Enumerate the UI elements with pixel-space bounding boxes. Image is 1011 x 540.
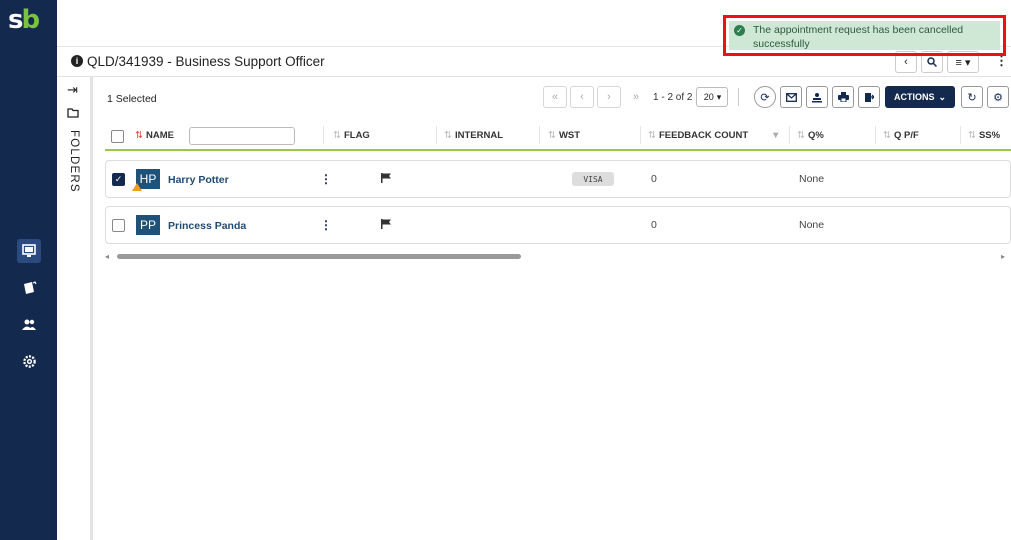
column-header-internal[interactable]: ⇅ INTERNAL [444,130,503,141]
column-header-flag[interactable]: ⇅ FLAG [333,130,370,141]
column-header-wst[interactable]: ⇅ WST [548,130,580,141]
wst-badge: VISA [572,172,614,186]
success-toast: ✓ The appointment request has been cance… [723,15,1006,56]
name-filter-input[interactable] [189,127,295,145]
email-icon[interactable] [780,86,802,108]
main-nav-rail: sb [0,0,57,540]
column-header-name[interactable]: ⇅ NAME [135,130,174,141]
pagination-text: 1 - 2 of 2 [653,91,693,103]
sort-icon[interactable]: ⇅ [135,130,143,141]
prev-page-icon[interactable]: ‹ [570,86,594,108]
selection-count: 1 Selected [107,93,157,105]
row-checkbox[interactable] [112,219,125,232]
row-menu-icon[interactable]: ⋮ [320,218,332,232]
monitor-icon[interactable] [17,239,41,263]
sort-icon[interactable]: ⇅ [548,130,556,141]
horizontal-scrollbar[interactable]: ◂ ▸ [105,252,1011,261]
last-page-icon[interactable]: » [624,86,648,108]
column-divider [539,126,540,144]
sort-icon[interactable]: ⇅ [333,130,341,141]
flag-icon[interactable] [381,219,392,232]
folder-icon[interactable] [67,108,79,121]
check-circle-icon: ✓ [734,25,745,36]
scroll-left-icon[interactable]: ◂ [105,252,109,261]
column-divider [960,126,961,144]
candidate-name-link[interactable]: Princess Panda [168,220,246,232]
toast-body: ✓ The appointment request has been cance… [729,21,1000,50]
sort-icon[interactable]: ⇅ [444,130,452,141]
table-row[interactable]: PP Princess Panda ⋮ 0 None [105,206,1011,244]
expand-panel-icon[interactable]: ⇥ [67,82,78,98]
column-divider [875,126,876,144]
settings-gear-icon[interactable] [17,349,41,373]
pagination: « ‹ › » 1 - 2 of 2 20 ▾ [543,86,740,108]
users-icon[interactable] [17,313,41,337]
toast-message: The appointment request has been cancell… [753,24,964,50]
column-header-q-pf[interactable]: ⇅ Q P/F [883,130,919,141]
app-logo[interactable]: sb [8,6,50,36]
sort-icon[interactable]: ⇅ [797,130,805,141]
flag-icon[interactable] [381,173,392,186]
sort-icon[interactable]: ⇅ [648,130,656,141]
first-page-icon[interactable]: « [543,86,567,108]
info-icon[interactable]: i [71,55,83,67]
feedback-count-cell: 0 [651,219,657,231]
column-header-ss-pct[interactable]: ⇅ SS% [968,130,1000,141]
q-pct-cell: None [799,173,825,185]
sort-icon[interactable]: ⇅ [883,130,891,141]
column-divider [436,126,437,144]
print-icon[interactable] [832,86,854,108]
list-toolbar: 1 Selected « ‹ › » 1 - 2 of 2 20 ▾ ⟳ ACTI… [93,76,1011,116]
row-checkbox[interactable]: ✓ [112,173,125,186]
export-icon[interactable] [858,86,880,108]
reload-icon[interactable]: ↻ [961,86,983,108]
scrollbar-thumb[interactable] [117,254,521,259]
actions-button[interactable]: ACTIONS ⌄ [885,86,955,108]
refresh-person-icon[interactable]: ⟳ [754,86,776,108]
cards-icon[interactable] [17,276,41,300]
toolbar-divider [738,88,740,106]
warning-triangle-icon [132,183,142,191]
column-divider [640,126,641,144]
user-download-icon[interactable] [806,86,828,108]
row-menu-icon[interactable]: ⋮ [320,172,332,186]
table-header: ⇅ NAME ⇅ FLAG ⇅ INTERNAL ⇅ WST ⇅ FEEDBACK COU… [105,123,1011,151]
column-divider [323,126,324,144]
main-content: 1 Selected « ‹ › » 1 - 2 of 2 20 ▾ ⟳ ACTI… [93,76,1011,540]
feedback-count-cell: 0 [651,173,657,185]
scroll-right-icon[interactable]: ▸ [1001,252,1005,261]
table-row[interactable]: ✓ HP Harry Potter ⋮ VISA 0 None [105,160,1011,198]
sort-icon[interactable]: ⇅ [968,130,976,141]
folders-panel: ⇥ FOLDERS [57,76,93,540]
folders-label[interactable]: FOLDERS [68,130,80,193]
avatar: PP [136,215,160,235]
page-title: QLD/341939 - Business Support Officer [87,53,325,69]
next-page-icon[interactable]: › [597,86,621,108]
select-all-checkbox[interactable] [111,130,124,143]
column-header-q-pct[interactable]: ⇅ Q% [797,130,824,141]
column-divider [789,126,790,144]
avatar: HP [132,169,160,191]
candidate-name-link[interactable]: Harry Potter [168,174,229,186]
column-header-feedback-count[interactable]: ⇅ FEEDBACK COUNT [648,130,748,141]
filter-icon[interactable]: ▼ [771,130,780,141]
page-size-select[interactable]: 20 ▾ [696,87,729,107]
table-settings-icon[interactable]: ⚙ [987,86,1009,108]
q-pct-cell: None [799,219,825,231]
